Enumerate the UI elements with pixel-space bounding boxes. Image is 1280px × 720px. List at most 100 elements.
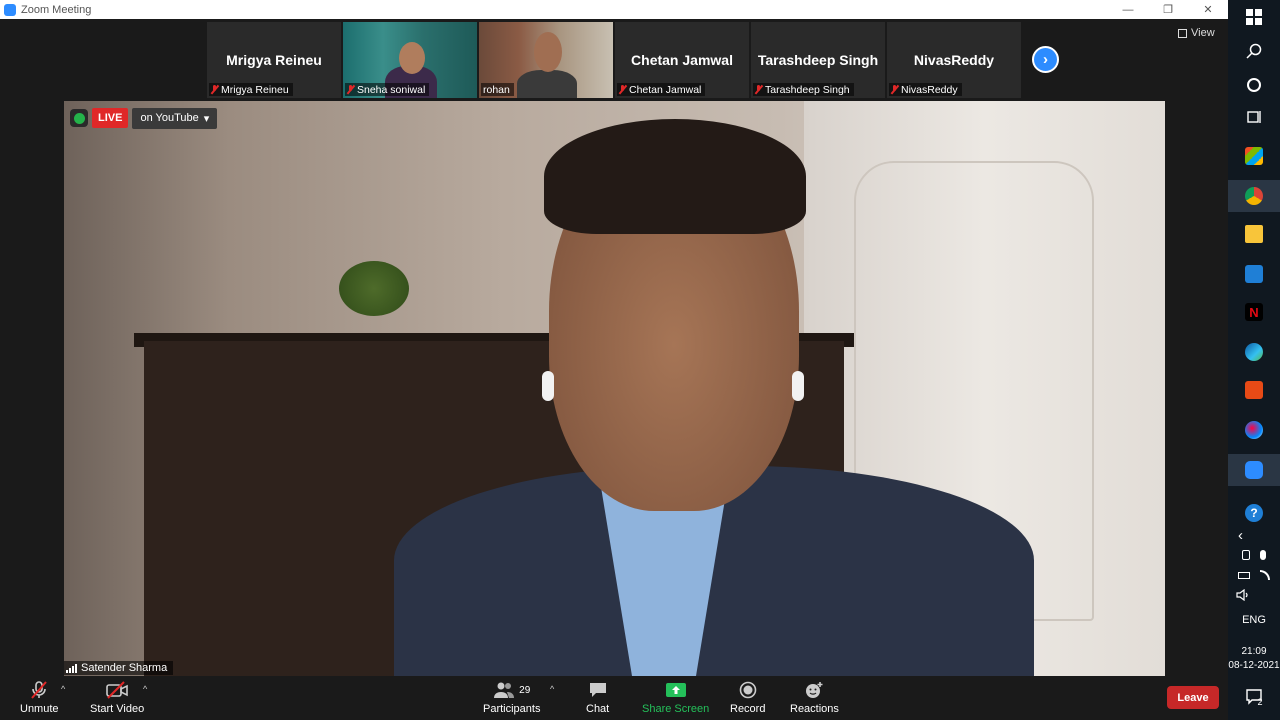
unmute-button[interactable]: Unmute — [20, 680, 59, 715]
window-controls: — ❐ ✕ — [1108, 0, 1228, 19]
participant-tile[interactable]: Tarashdeep Singh Tarashdeep Singh — [751, 22, 885, 98]
active-speaker-video — [64, 101, 1165, 676]
mic-muted-icon — [211, 85, 218, 94]
speaker-name-label: Satender Sharma — [64, 661, 174, 675]
mic-muted-icon — [891, 85, 898, 94]
next-page-button[interactable]: › — [1032, 46, 1059, 73]
help-icon[interactable]: ? — [1228, 500, 1280, 526]
participant-tile[interactable]: Mrigya Reineu Mrigya Reineu — [207, 22, 341, 98]
participant-tile[interactable]: NivasReddy NivasReddy — [887, 22, 1021, 98]
file-explorer-icon[interactable] — [1228, 220, 1280, 248]
participant-video-figure — [517, 70, 577, 98]
participant-label-text: Mrigya Reineu — [221, 83, 289, 96]
participants-options-caret[interactable]: ^ — [550, 684, 554, 694]
notification-count: 2 — [1257, 697, 1263, 707]
clock-date[interactable]: 08-12-2021 — [1228, 660, 1280, 671]
participant-tile[interactable]: rohan — [479, 22, 613, 98]
emoji-plus-icon — [804, 680, 824, 700]
record-label: Record — [730, 703, 766, 715]
participant-label-text: rohan — [483, 83, 510, 96]
mic-muted-icon — [619, 85, 626, 94]
windows-start-icon[interactable] — [1228, 6, 1280, 28]
restore-button[interactable]: ❐ — [1148, 0, 1188, 19]
unmute-label: Unmute — [20, 703, 59, 715]
task-view-icon[interactable] — [1228, 106, 1280, 128]
participant-label-text: Chetan Jamwal — [629, 83, 702, 96]
participant-label: Sneha soniwal — [345, 83, 430, 96]
microphone-tray-icon[interactable] — [1260, 550, 1266, 560]
participant-name-large: Mrigya Reineu — [226, 52, 322, 68]
share-screen-label: Share Screen — [642, 703, 710, 715]
shield-icon[interactable] — [70, 109, 88, 127]
store-icon[interactable] — [1228, 142, 1280, 170]
cortana-icon[interactable] — [1228, 74, 1280, 96]
minimize-button[interactable]: — — [1108, 0, 1148, 19]
office-icon[interactable] — [1228, 376, 1280, 404]
mic-muted-icon — [755, 85, 762, 94]
participant-label-text: NivasReddy — [901, 83, 958, 96]
record-button[interactable]: Record — [730, 680, 765, 715]
live-destination-label: on YouTube — [140, 112, 199, 124]
participants-button[interactable]: 29 Participants — [483, 680, 540, 715]
chrome-icon[interactable] — [1228, 180, 1280, 212]
participant-video-face — [534, 32, 562, 72]
windows-taskbar: N ? ‹ ENG 21:09 08-12-2021 2 — [1228, 0, 1280, 720]
mail-icon[interactable] — [1228, 260, 1280, 288]
window-title: Zoom Meeting — [21, 3, 92, 16]
participant-name-large: Chetan Jamwal — [631, 52, 733, 68]
title-bar: Zoom Meeting — ❐ ✕ — [0, 0, 1228, 19]
speaker-earbud-right — [792, 371, 804, 401]
participant-name-large: NivasReddy — [913, 52, 995, 68]
chat-button[interactable]: Chat — [586, 680, 609, 715]
view-button[interactable]: View — [1178, 27, 1215, 39]
grid-view-icon — [1178, 28, 1187, 38]
participants-label: Participants — [483, 703, 541, 715]
start-video-button[interactable]: Start Video — [90, 680, 144, 715]
live-destination-dropdown[interactable]: on YouTube ▾ — [132, 107, 218, 129]
live-badge: LIVE — [92, 108, 129, 128]
speaker-earbud-left — [542, 371, 554, 401]
participant-label: Mrigya Reineu — [209, 83, 293, 96]
meeting-toolbar: Unmute ^ Start Video ^ 29 Participants ^… — [0, 676, 1228, 720]
search-icon[interactable] — [1228, 40, 1280, 62]
participants-icon: 29 — [493, 680, 530, 700]
close-button[interactable]: ✕ — [1188, 0, 1228, 19]
share-screen-button[interactable]: Share Screen — [642, 680, 709, 715]
edge-icon[interactable] — [1228, 338, 1280, 366]
view-label: View — [1191, 27, 1215, 39]
camera-off-icon — [105, 680, 129, 700]
reactions-button[interactable]: Reactions — [790, 680, 839, 715]
video-options-caret[interactable]: ^ — [143, 684, 147, 694]
participant-label: rohan — [481, 83, 514, 96]
participant-label: Chetan Jamwal — [617, 83, 706, 96]
speaker-name: Satender Sharma — [81, 662, 168, 674]
wifi-icon[interactable] — [1260, 570, 1270, 580]
participant-tile[interactable]: Sneha soniwal — [343, 22, 477, 98]
tray-expand-chevron-icon[interactable]: ‹ — [1228, 526, 1280, 544]
dropdown-arrow-icon: ▾ — [203, 112, 210, 125]
chevron-right-icon: › — [1043, 51, 1048, 68]
notifications-icon[interactable]: 2 — [1228, 686, 1280, 708]
reactions-label: Reactions — [790, 703, 839, 715]
paint-icon[interactable] — [1228, 416, 1280, 444]
participant-label: NivasReddy — [889, 83, 962, 96]
clock-time[interactable]: 21:09 — [1228, 646, 1280, 657]
zoom-taskbar-icon[interactable] — [1228, 454, 1280, 486]
camera-tray-icon[interactable] — [1242, 550, 1250, 560]
battery-icon[interactable] — [1238, 571, 1250, 579]
speaker-hair — [544, 119, 806, 234]
language-indicator[interactable]: ENG — [1228, 612, 1280, 628]
volume-icon[interactable] — [1228, 586, 1280, 604]
signal-strength-icon — [66, 663, 77, 673]
participant-video-face — [399, 42, 425, 74]
leave-meeting-button[interactable]: Leave — [1167, 686, 1219, 709]
chat-label: Chat — [586, 703, 610, 715]
participants-count: 29 — [519, 684, 531, 696]
participant-tile[interactable]: Chetan Jamwal Chetan Jamwal — [615, 22, 749, 98]
record-icon — [739, 680, 757, 700]
netflix-icon[interactable]: N — [1228, 298, 1280, 326]
audio-options-caret[interactable]: ^ — [61, 684, 65, 694]
tray-icons-row — [1228, 566, 1280, 584]
live-stream-bar: LIVE on YouTube ▾ — [70, 107, 218, 129]
microphone-muted-icon — [29, 680, 49, 700]
